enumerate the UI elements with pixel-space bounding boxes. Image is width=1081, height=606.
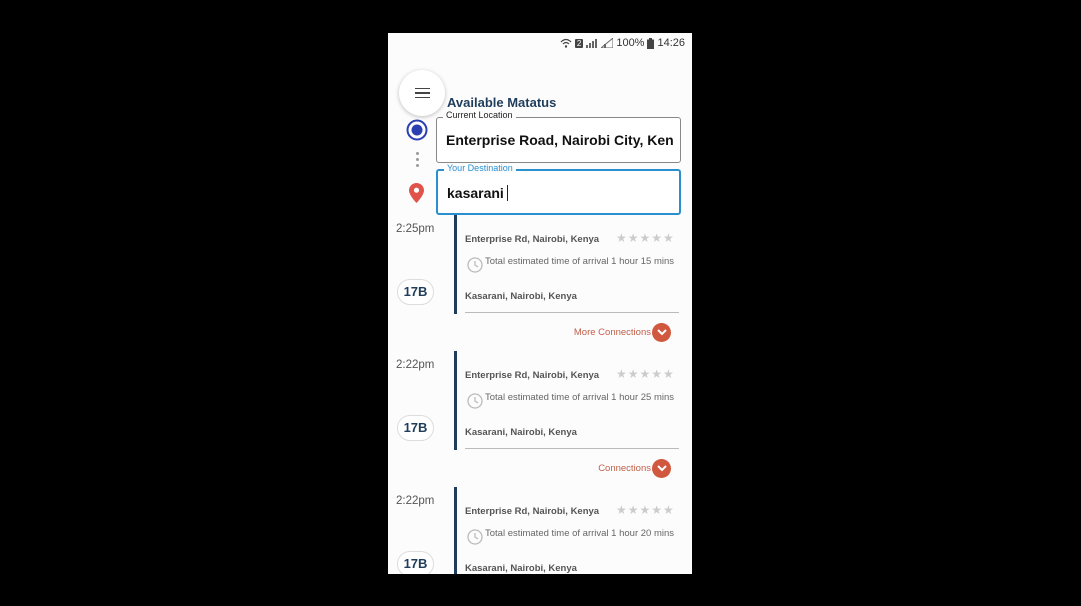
eta-text: Total estimated time of arrival 1 hour 2…: [485, 528, 675, 539]
eta-text: Total estimated time of arrival 1 hour 1…: [485, 256, 675, 267]
phone-screen: 2 100% 14:26 Available Matatus Current L…: [388, 33, 692, 574]
connections-label: More Connections: [573, 327, 651, 338]
chevron-down-icon: [652, 323, 671, 342]
clock-icon: [467, 393, 483, 409]
map-pin-icon: [409, 183, 424, 203]
hamburger-menu-icon: [414, 87, 430, 99]
route-badge: 17B: [397, 279, 434, 305]
page-title: Available Matatus: [447, 95, 557, 110]
wifi-icon: [560, 38, 572, 48]
departure-time: 2:22pm: [396, 495, 435, 507]
eta-text: Total estimated time of arrival 1 hour 2…: [485, 392, 675, 403]
origin-text: Enterprise Rd, Nairobi, Kenya: [465, 506, 600, 517]
connections-button[interactable]: More Connections: [574, 323, 671, 342]
origin-text: Enterprise Rd, Nairobi, Kenya: [465, 234, 600, 245]
destination-input[interactable]: kasarani: [447, 185, 677, 201]
rating-stars[interactable]: ★★★★★: [616, 367, 675, 381]
result-card[interactable]: 2:25pm 17B Enterprise Rd, Nairobi, Kenya…: [388, 215, 692, 359]
route-line: [454, 487, 457, 574]
departure-time: 2:25pm: [396, 223, 435, 235]
departure-time: 2:22pm: [396, 359, 435, 371]
route-dots: [416, 152, 419, 170]
destination-text: Kasarani, Nairobi, Kenya: [465, 427, 577, 438]
destination-text: Kasarani, Nairobi, Kenya: [465, 291, 577, 302]
rating-stars[interactable]: ★★★★★: [616, 503, 675, 517]
current-location-icon: [406, 119, 428, 141]
destination-field[interactable]: Your Destination kasarani: [436, 163, 681, 215]
route-badge: 17B: [397, 415, 434, 441]
rating-stars[interactable]: ★★★★★: [616, 231, 675, 245]
destination-label: Your Destination: [444, 163, 516, 173]
chevron-down-icon: [652, 459, 671, 478]
current-location-field[interactable]: Current Location Enterprise Road, Nairob…: [436, 110, 681, 163]
connections-label: Connections: [598, 463, 651, 474]
battery-icon: [647, 37, 655, 49]
clock-icon: [467, 257, 483, 273]
battery-percent: 100%: [616, 37, 645, 49]
divider: [465, 312, 679, 313]
route-line: [454, 215, 457, 314]
route-line: [454, 351, 457, 450]
origin-text: Enterprise Rd, Nairobi, Kenya: [465, 370, 600, 381]
current-location-input[interactable]: Enterprise Road, Nairobi City, Ken: [446, 132, 676, 148]
route-badge: 17B: [397, 551, 434, 574]
result-card[interactable]: 2:22pm 17B Enterprise Rd, Nairobi, Kenya…: [388, 351, 692, 495]
sim-badge: 2: [574, 38, 584, 48]
result-card[interactable]: 2:22pm 17B Enterprise Rd, Nairobi, Kenya…: [388, 487, 692, 574]
text-caret: [506, 185, 508, 201]
clock-icon: [467, 529, 483, 545]
menu-button[interactable]: [399, 70, 445, 116]
signal-icon: [586, 39, 598, 48]
signal-icon-2: [601, 38, 614, 48]
connections-button[interactable]: Connections: [598, 459, 671, 478]
destination-value: kasarani: [447, 185, 504, 201]
clock-time: 14:26: [657, 37, 685, 49]
status-bar: 2 100% 14:26: [388, 33, 692, 55]
current-location-label: Current Location: [443, 110, 516, 120]
destination-text: Kasarani, Nairobi, Kenya: [465, 563, 577, 574]
divider: [465, 448, 679, 449]
